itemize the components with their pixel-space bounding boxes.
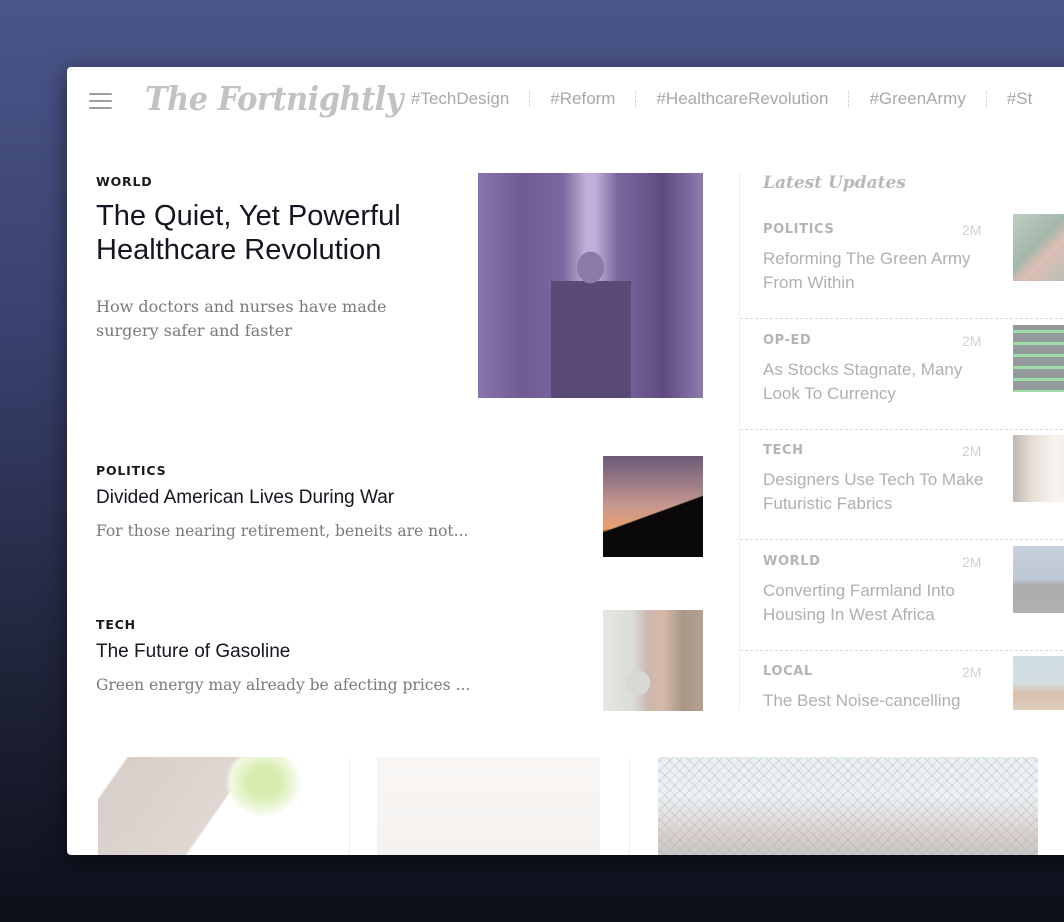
update-title[interactable]: Converting Farmland Into Housing In West… — [763, 579, 993, 627]
tag-divider — [985, 91, 987, 107]
update-category: WORLD — [763, 554, 821, 569]
update-thumbnail[interactable] — [1013, 325, 1064, 392]
update-time: 2M — [962, 333, 982, 349]
update-thumbnail[interactable] — [1013, 656, 1064, 710]
article-title[interactable]: The Future of Gasoline — [96, 641, 290, 663]
feature-image[interactable] — [478, 173, 703, 398]
update-title[interactable]: The Best Noise-cancelling — [763, 689, 993, 710]
feature-title[interactable]: The Quiet, Yet Powerful Healthcare Revol… — [96, 199, 456, 267]
update-item[interactable]: WORLD 2M Converting Farmland Into Housin… — [740, 541, 1064, 651]
tag-link[interactable]: #Reform — [550, 89, 615, 109]
bottom-card-image[interactable] — [658, 757, 1038, 855]
update-thumbnail[interactable] — [1013, 214, 1064, 281]
tag-link[interactable]: #TechDesign — [411, 89, 509, 109]
tag-divider — [529, 91, 531, 107]
tag-nav: #TechDesign #Reform #HealthcareRevolutio… — [411, 89, 1032, 109]
update-thumbnail[interactable] — [1013, 435, 1064, 502]
update-thumbnail[interactable] — [1013, 546, 1064, 613]
article-thumbnail[interactable] — [603, 456, 703, 557]
tag-link[interactable]: #GreenArmy — [869, 89, 965, 109]
article-title[interactable]: Divided American Lives During War — [96, 487, 394, 509]
article-thumbnail[interactable] — [603, 610, 703, 711]
update-item[interactable]: TECH 2M Designers Use Tech To Make Futur… — [740, 430, 1064, 540]
bottom-card-image[interactable] — [98, 757, 310, 855]
bottom-card-row — [67, 757, 1064, 855]
browser-window: The Fortnightly #TechDesign #Reform #Hea… — [67, 67, 1064, 855]
feature-description: How doctors and nurses have made surgery… — [96, 297, 387, 340]
update-category: TECH — [763, 443, 804, 458]
update-time: 2M — [962, 443, 982, 459]
tag-divider — [635, 91, 637, 107]
article-description: For those nearing retirement, beneits ar… — [96, 522, 469, 540]
tag-divider — [848, 91, 850, 107]
update-item[interactable]: LOCAL 2M The Best Noise-cancelling — [740, 651, 1064, 710]
update-category: POLITICS — [763, 222, 835, 237]
update-title[interactable]: As Stocks Stagnate, Many Look To Currenc… — [763, 358, 993, 406]
article-category: POLITICS — [96, 463, 167, 478]
update-time: 2M — [962, 554, 982, 570]
site-header: The Fortnightly #TechDesign #Reform #Hea… — [67, 67, 1064, 135]
update-item[interactable]: OP-ED 2M As Stocks Stagnate, Many Look T… — [740, 320, 1064, 430]
article-item[interactable]: TECH The Future of Gasoline Green energy… — [96, 610, 703, 711]
tag-link[interactable]: #HealthcareRevolution — [656, 89, 828, 109]
article-category: TECH — [96, 617, 136, 632]
card-divider — [629, 757, 630, 855]
update-time: 2M — [962, 664, 982, 680]
update-title[interactable]: Designers Use Tech To Make Futuristic Fa… — [763, 468, 993, 516]
site-logo[interactable]: The Fortnightly — [145, 79, 403, 118]
feature-category: WORLD — [96, 174, 153, 189]
update-title[interactable]: Reforming The Green Army From Within — [763, 247, 993, 295]
feature-article[interactable]: WORLD The Quiet, Yet Powerful Healthcare… — [96, 173, 703, 399]
bottom-card-image[interactable] — [377, 757, 600, 855]
update-time: 2M — [962, 222, 982, 238]
latest-updates-sidebar: Latest Updates POLITICS 2M Reforming The… — [739, 173, 1064, 710]
tag-link[interactable]: #St — [1007, 89, 1033, 109]
update-category: OP-ED — [763, 333, 812, 348]
update-category: LOCAL — [763, 664, 813, 679]
update-item[interactable]: POLITICS 2M Reforming The Green Army Fro… — [740, 209, 1064, 319]
card-divider — [349, 757, 350, 855]
sidebar-title: Latest Updates — [763, 173, 906, 193]
article-item[interactable]: POLITICS Divided American Lives During W… — [96, 456, 703, 557]
hamburger-icon[interactable] — [89, 93, 112, 109]
article-description: Green energy may already be afecting pri… — [96, 676, 471, 694]
